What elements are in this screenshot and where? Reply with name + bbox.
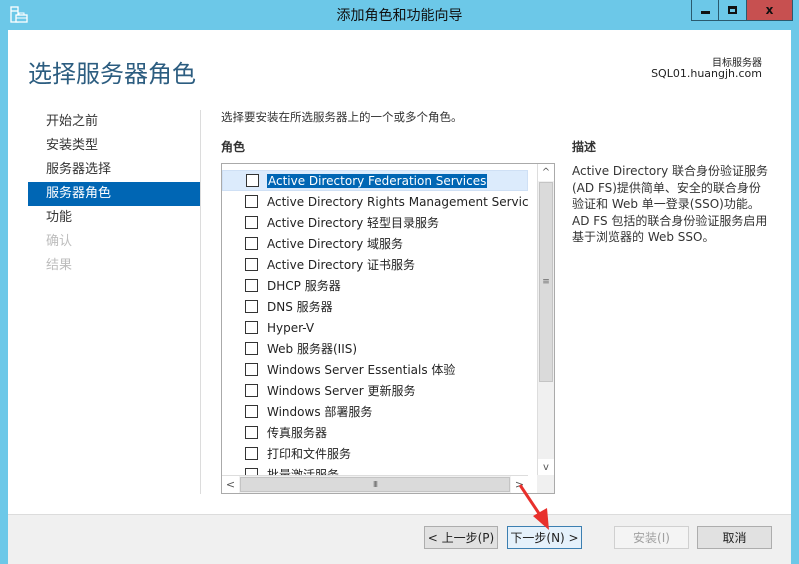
role-checkbox[interactable] [245, 363, 258, 376]
vertical-scrollbar[interactable]: ^ ≡ v [537, 164, 554, 476]
horizontal-scroll-thumb[interactable]: III [240, 477, 510, 492]
role-label: Web 服务器(IIS) [267, 342, 358, 356]
roles-heading: 角色 [221, 140, 246, 154]
nav-step-results: 结果 [46, 258, 73, 273]
role-checkbox[interactable] [245, 237, 258, 250]
role-list-item[interactable]: Active Directory 轻型目录服务 [222, 212, 528, 233]
nav-step-confirmation: 确认 [46, 234, 73, 249]
scroll-down-button[interactable]: v [538, 459, 554, 476]
role-list-item[interactable]: Active Directory Rights Management Servi… [222, 191, 528, 212]
role-label: DHCP 服务器 [267, 279, 341, 293]
target-server-name: SQL01.huangjh.com [651, 67, 762, 80]
role-label: Active Directory 证书服务 [267, 258, 416, 272]
nav-step-features[interactable]: 功能 [28, 206, 200, 230]
vertical-scroll-thumb[interactable]: ≡ [539, 182, 553, 382]
role-list-item[interactable]: Active Directory Federation Services [222, 170, 528, 191]
role-checkbox[interactable] [245, 216, 258, 229]
wizard-steps-nav: 开始之前 安装类型 服务器选择 服务器角色 功能 确认 结果 [28, 110, 200, 278]
instruction-text: 选择要安装在所选服务器上的一个或多个角色。 [221, 110, 463, 124]
close-icon: x [765, 3, 774, 17]
role-list-item[interactable]: Active Directory 域服务 [222, 233, 528, 254]
minimize-button[interactable] [691, 0, 719, 21]
chevron-up-icon: ^ [541, 167, 551, 178]
role-description: Active Directory 联合身份验证服务(AD FS)提供简单、安全的… [572, 164, 769, 244]
cancel-button[interactable]: 取消 [697, 526, 772, 549]
role-list-item[interactable]: Windows Server 更新服务 [222, 380, 528, 401]
role-label: Active Directory 轻型目录服务 [267, 216, 440, 230]
nav-step-installation-type[interactable]: 安装类型 [28, 134, 200, 158]
role-label: Active Directory Rights Management Servi… [267, 194, 528, 209]
scroll-up-button[interactable]: ^ [538, 164, 554, 181]
scroll-right-button[interactable]: > [511, 476, 528, 493]
horizontal-scrollbar[interactable]: < III > [222, 475, 528, 493]
install-button: 安装(I) [614, 526, 689, 549]
role-label: Hyper-V [267, 320, 315, 335]
role-checkbox[interactable] [245, 342, 258, 355]
role-list-item[interactable]: 打印和文件服务 [222, 443, 528, 464]
role-checkbox[interactable] [245, 258, 258, 271]
maximize-icon [728, 6, 737, 14]
scrollbar-corner [537, 475, 554, 493]
role-list-item[interactable]: 传真服务器 [222, 422, 528, 443]
role-list-item[interactable]: Active Directory 证书服务 [222, 254, 528, 275]
grip-icon: III [372, 480, 378, 489]
role-checkbox[interactable] [245, 426, 258, 439]
roles-list-items: Active Directory Federation Services Acti… [222, 164, 528, 476]
description-heading: 描述 [572, 140, 597, 154]
role-label: 打印和文件服务 [267, 447, 352, 461]
nav-step-server-selection[interactable]: 服务器选择 [28, 158, 200, 182]
role-checkbox[interactable] [245, 321, 258, 334]
role-checkbox[interactable] [245, 447, 258, 460]
title-bar: 添加角色和功能向导 x [0, 0, 799, 30]
role-checkbox[interactable] [245, 405, 258, 418]
role-list-item[interactable]: Windows 部署服务 [222, 401, 528, 422]
roles-list[interactable]: Active Directory Federation Services Acti… [221, 163, 555, 494]
role-list-item[interactable]: DHCP 服务器 [222, 275, 528, 296]
role-list-item[interactable]: Windows Server Essentials 体验 [222, 359, 528, 380]
role-checkbox[interactable] [245, 300, 258, 313]
page-title: 选择服务器角色 [28, 60, 196, 88]
role-list-item[interactable]: DNS 服务器 [222, 296, 528, 317]
grip-icon: ≡ [542, 277, 550, 287]
role-label: Active Directory 域服务 [267, 237, 404, 251]
role-label: 传真服务器 [267, 426, 328, 440]
role-label: Active Directory Federation Services [267, 173, 488, 188]
chevron-left-icon: < [225, 478, 236, 491]
chevron-down-icon: v [543, 462, 549, 473]
next-button[interactable]: 下一步(N) > [507, 526, 582, 549]
window-title: 添加角色和功能向导 [336, 8, 463, 24]
nav-step-server-roles[interactable]: 服务器角色 [28, 182, 200, 206]
role-list-item[interactable]: Hyper-V [222, 317, 528, 338]
nav-step-before-you-begin[interactable]: 开始之前 [28, 110, 200, 134]
maximize-button[interactable] [719, 0, 747, 21]
wizard-content: 选择服务器角色 目标服务器 SQL01.huangjh.com 开始之前 安装类… [8, 30, 791, 514]
role-checkbox[interactable] [245, 195, 258, 208]
role-label: Windows Server 更新服务 [267, 384, 416, 398]
minimize-icon [700, 10, 710, 14]
chevron-right-icon: > [514, 478, 525, 491]
role-list-item[interactable]: Web 服务器(IIS) [222, 338, 528, 359]
role-checkbox[interactable] [245, 384, 258, 397]
role-label: DNS 服务器 [267, 300, 333, 314]
role-checkbox[interactable] [246, 174, 259, 187]
role-label: Windows 部署服务 [267, 405, 373, 419]
nav-divider [200, 110, 201, 494]
close-button[interactable]: x [747, 0, 793, 21]
role-label: Windows Server Essentials 体验 [267, 363, 456, 377]
role-checkbox[interactable] [245, 279, 258, 292]
scroll-left-button[interactable]: < [222, 476, 239, 493]
previous-button[interactable]: < 上一步(P) [424, 526, 498, 549]
